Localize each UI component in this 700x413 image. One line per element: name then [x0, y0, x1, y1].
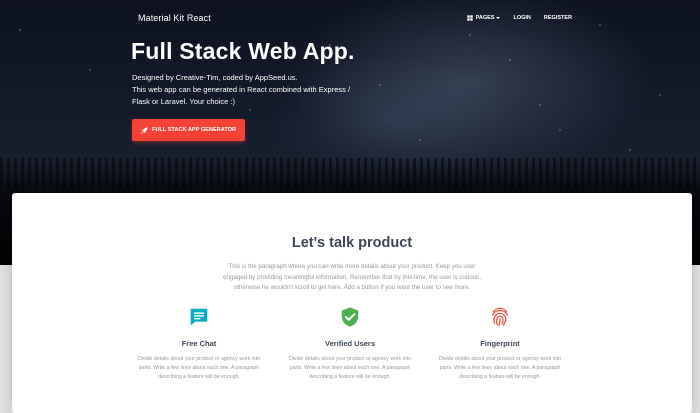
product-section-description: This is the paragraph where you can writ… [207, 262, 497, 294]
feature-description-line: describing a feature will be enough. [459, 374, 541, 380]
nav-pages-label: Pages [475, 15, 495, 21]
product-description-line: otherwise he wouldn't scroll to get here… [233, 284, 471, 291]
rocket-icon [141, 126, 148, 134]
app-generator-button-label: Full Stack App Generator [151, 127, 237, 133]
feature-description-line: Divide details about your product or age… [138, 356, 260, 362]
app-generator-button[interactable]: Full Stack App Generator [132, 119, 245, 141]
feature-description: Divide details about your product or age… [430, 355, 570, 382]
pages-icon [466, 15, 473, 21]
nav-login-link[interactable]: Login [513, 15, 530, 21]
feature-description: Divide details about your product or age… [129, 355, 269, 382]
feature-description-line: Divide details about your product or age… [289, 356, 411, 362]
product-description-line: engaged by providing meaningful informat… [223, 273, 481, 281]
feature-title: Free Chat [181, 339, 217, 348]
hero-description-line: Designed by Creative-Tim, coded by AppSe… [132, 73, 298, 82]
feature-description-line: describing a feature will be enough. [309, 374, 391, 380]
feature-free-chat: Free Chat Divide details about your prod… [129, 306, 269, 382]
verified-shield-icon [341, 307, 359, 327]
feature-description: Divide details about your product or age… [280, 355, 420, 382]
hero-description: Designed by Creative-Tim, coded by AppSe… [132, 72, 362, 108]
feature-title: Verified Users [324, 339, 376, 348]
hero-description-line: Flask or Laravel. Your choice :) [132, 97, 235, 106]
feature-description-line: parts. Write a few lines about each one.… [289, 365, 411, 371]
nav-register-link[interactable]: Register [544, 15, 572, 21]
fingerprint-icon [492, 307, 508, 327]
hero-description-line: This web app can be generated in React c… [132, 85, 351, 94]
feature-description-line: parts. Write a few lines about each one.… [439, 365, 561, 371]
nav-links: Pages Login Register [454, 15, 572, 21]
feature-description-line: describing a feature will be enough. [158, 374, 240, 380]
feature-verified-users: Verified Users Divide details about your… [280, 306, 420, 382]
product-section-title: Let's talk product [291, 235, 413, 251]
brand-link[interactable]: Material Kit React [138, 13, 211, 23]
nav-login-label: Login [513, 15, 531, 21]
feature-description-line: parts. Write a few lines about each one.… [138, 365, 260, 371]
product-description-line: This is the paragraph where you can writ… [228, 263, 476, 270]
nav-register-label: Register [543, 15, 572, 21]
feature-title: Fingerprint [480, 339, 520, 348]
feature-fingerprint: Fingerprint Divide details about your pr… [430, 306, 570, 382]
feature-description-line: Divide details about your product or age… [439, 356, 561, 362]
navbar: Material Kit React Pages Login Register [0, 0, 700, 40]
chevron-down-icon [496, 17, 501, 19]
chat-icon [190, 308, 208, 326]
hero-title: Full Stack Web App. [131, 38, 355, 64]
nav-pages-dropdown[interactable]: Pages [466, 15, 501, 21]
product-card: Let's talk product This is the paragraph… [12, 193, 692, 413]
